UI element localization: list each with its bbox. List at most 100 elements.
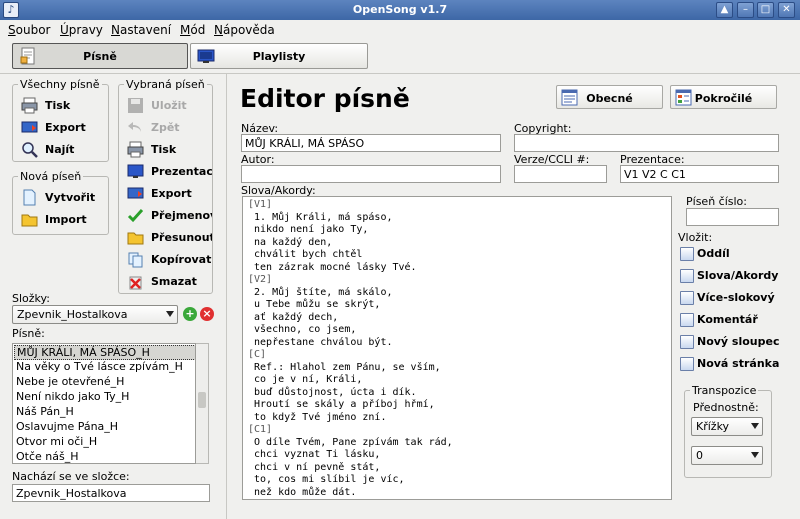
song-number-label: Píseň číslo: (686, 195, 747, 208)
menu-upravy[interactable]: Úpravy (60, 23, 103, 37)
menu-napoveda[interactable]: Nápověda (214, 23, 275, 37)
remove-folder-icon[interactable]: × (200, 307, 214, 321)
lyrics-line: to když Tvé jméno zní. (248, 411, 387, 423)
section-icon (680, 247, 694, 261)
lyrics-line: u Tebe můžu se skrýt, (248, 299, 381, 310)
up-arrow-icon[interactable]: ▲ (716, 2, 733, 18)
chevron-down-icon (751, 423, 759, 429)
undo-button[interactable]: Zpět (127, 118, 212, 138)
song-number-field[interactable] (686, 208, 779, 226)
list-item[interactable]: MŮJ KRÁLI, MÁ SPÁSO_H (14, 345, 195, 360)
general-button[interactable]: Obecné (556, 85, 663, 109)
folder-icon (21, 214, 38, 227)
lyrics-line: chválit bych chtěl (248, 249, 363, 260)
undo-icon (128, 122, 141, 132)
lyrics-editor[interactable]: [V1] 1. Můj Králi, má spáso, nikdo není … (242, 196, 672, 500)
all-songs-title: Všechny písně (18, 78, 102, 91)
lyrics-line: chci v ní pevně stát, (248, 461, 381, 473)
transpose-amount-value: 0 (696, 449, 703, 462)
maximize-button[interactable]: □ (757, 2, 774, 18)
page-title: Editor písně (240, 84, 410, 113)
preference-label: Přednostně: (693, 401, 759, 414)
tab-playlists[interactable]: Playlisty (190, 43, 368, 69)
lyrics-line: co je v ní, Králi, (248, 374, 363, 385)
screen-icon (127, 164, 144, 178)
rename-button[interactable]: Přejmenovat (127, 206, 212, 226)
list-item[interactable]: Náš Pán_H (16, 405, 74, 420)
save-button[interactable]: Uložit (127, 96, 212, 116)
in-folder-label: Nachází se ve složce: (12, 470, 130, 483)
all-export-button[interactable]: Export (21, 118, 106, 138)
list-item[interactable]: Otvor mi oči_H (16, 435, 97, 450)
minimize-button[interactable]: – (737, 2, 754, 18)
author-field[interactable] (241, 165, 501, 183)
presentation-field[interactable]: V1 V2 C C1 (620, 165, 779, 183)
songs-scrollbar[interactable] (196, 343, 209, 464)
divider (0, 73, 800, 74)
list-item[interactable]: Otče náš_H (16, 450, 79, 463)
songs-label: Písně: (12, 327, 45, 340)
ccli-field[interactable] (514, 165, 607, 183)
lyrics-line: to, cos mi slíbil je víc, (248, 474, 405, 485)
list-item[interactable]: Není nikdo jako Ty_H (16, 390, 129, 405)
move-button[interactable]: Přesunout (127, 228, 212, 248)
advanced-button[interactable]: Pokročilé (670, 85, 777, 109)
preference-select[interactable]: Křížky (691, 417, 763, 436)
all-find-button[interactable]: Najít (21, 140, 106, 160)
menu-nastaveni[interactable]: Nastavení (111, 23, 171, 37)
close-button[interactable]: ✕ (778, 2, 795, 18)
lyrics-line: všechno, co jsem, (248, 324, 357, 335)
title-bar: ♪ OpenSong v1.7 ▲ – □ ✕ (0, 0, 800, 20)
chevron-down-icon (751, 452, 759, 458)
page-icon (680, 357, 694, 371)
add-folder-icon[interactable]: + (183, 307, 197, 321)
list-item[interactable]: Oslavujme Pána_H (16, 420, 118, 435)
delete-icon (129, 276, 142, 290)
lyrics-line: [V1] (248, 199, 273, 210)
delete-button[interactable]: Smazat (127, 272, 212, 292)
lyrics-line: než kdo může dát. (248, 486, 357, 498)
column-icon (680, 335, 694, 349)
menu-bar: Soubor Úpravy Nastavení Mód Nápověda (0, 20, 800, 40)
export-icon (127, 187, 144, 199)
lyrics-line: nikdo není jako Ty, (248, 224, 369, 235)
folder-icon (127, 232, 144, 245)
copyright-field[interactable] (514, 134, 779, 152)
chevron-down-icon (166, 311, 174, 317)
tab-songs-label: Písně (83, 50, 117, 63)
menu-soubor[interactable]: Soubor (8, 23, 50, 37)
copy-button[interactable]: Kopírovat (127, 250, 212, 270)
tab-songs[interactable]: Písně (12, 43, 188, 69)
selected-song-title: Vybraná píseň (124, 78, 207, 91)
lyrics-line: ať každý dech, (248, 311, 339, 323)
menu-mod[interactable]: Mód (180, 23, 205, 37)
new-song-title: Nová píseň (18, 170, 84, 183)
insert-label: Vložit: (678, 231, 713, 244)
songs-list[interactable]: MŮJ KRÁLI, MÁ SPÁSO_H Na věky o Tvé lásc… (12, 343, 196, 464)
scrollbar-thumb[interactable] (198, 392, 206, 408)
lyrics-line: buď důstojnost, úcta i dík. (248, 386, 417, 398)
preference-select-value: Křížky (696, 420, 730, 433)
export-icon (21, 121, 38, 133)
list-item[interactable]: Na věky o Tvé lásce zpívám_H (16, 360, 183, 375)
presentation-button[interactable]: Prezentace (127, 162, 212, 182)
search-icon (22, 142, 38, 158)
transpose-amount-select[interactable]: 0 (691, 446, 763, 465)
all-print-button[interactable]: Tisk (21, 96, 106, 116)
print-button[interactable]: Tisk (127, 140, 212, 160)
song-export-button[interactable]: Export (127, 184, 212, 204)
new-song-group: Nová píseň Vytvořit Import (12, 170, 109, 235)
new-document-icon (23, 189, 36, 206)
tab-playlists-label: Playlisty (252, 50, 306, 63)
name-field[interactable]: MŮJ KRÁLI, MÁ SPÁSO (241, 134, 501, 152)
folders-select[interactable]: Zpevnik_Hostalkova (12, 305, 178, 324)
comment-icon (680, 313, 694, 327)
printer-icon (127, 141, 144, 158)
in-folder-field[interactable]: Zpevnik_Hostalkova (12, 484, 210, 502)
list-item[interactable]: Nebe je otevřené_H (16, 375, 124, 390)
create-button[interactable]: Vytvořit (21, 188, 106, 208)
lyrics-line: [V2] (248, 274, 273, 285)
save-icon (128, 98, 143, 113)
lyrics-line: na každý den, (248, 236, 333, 248)
import-button[interactable]: Import (21, 210, 106, 230)
